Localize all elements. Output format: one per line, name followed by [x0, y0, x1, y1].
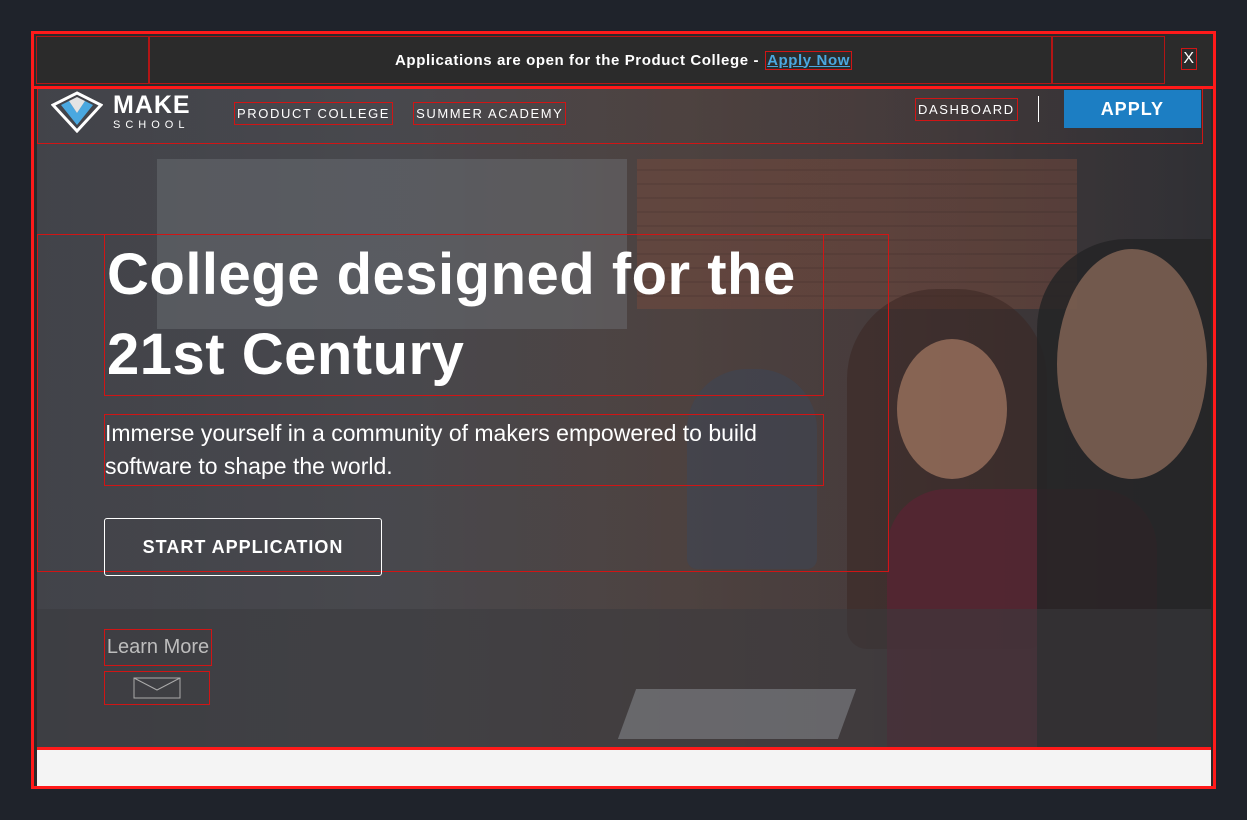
primary-nav-links: PRODUCT COLLEGE SUMMER ACADEMY	[232, 99, 568, 127]
announcement-center-guide	[148, 36, 1053, 84]
announcement-left-guide	[36, 36, 150, 84]
top-navigation: MAKE SCHOOL PRODUCT COLLEGE SUMMER ACADE…	[37, 89, 1211, 144]
browser-viewport: Applications are open for the Product Co…	[31, 31, 1216, 789]
nav-product-college[interactable]: PRODUCT COLLEGE	[234, 101, 394, 125]
nav-summer-academy[interactable]: SUMMER ACADEMY	[413, 101, 567, 125]
start-application-button[interactable]: START APPLICATION	[104, 518, 382, 576]
make-school-logo-icon	[51, 91, 103, 133]
apply-button[interactable]: APPLY	[1063, 90, 1201, 128]
announcement-right-guide	[1051, 36, 1165, 84]
envelope-chevron-down-icon[interactable]	[104, 671, 210, 705]
hero-subtext: Immerse yourself in a community of maker…	[104, 414, 824, 486]
nav-dashboard[interactable]: DASHBOARD	[915, 97, 1018, 121]
logo-school-text: SCHOOL	[113, 119, 190, 131]
hero-headline: College designed for the 21st Century	[104, 234, 824, 396]
hero-photo-laptop	[617, 689, 857, 739]
make-school-logo[interactable]: MAKE SCHOOL	[47, 89, 229, 138]
announcement-bar: Applications are open for the Product Co…	[34, 34, 1213, 89]
hero-photo-man-face	[1057, 249, 1207, 479]
nav-divider	[1037, 96, 1039, 122]
scroll-down-icon	[133, 677, 181, 699]
hero-photo-woman-face	[897, 339, 1007, 479]
close-icon[interactable]: X	[1181, 48, 1197, 70]
hero-section: MAKE SCHOOL PRODUCT COLLEGE SUMMER ACADE…	[37, 89, 1211, 747]
hero-content: College designed for the 21st Century Im…	[104, 234, 824, 576]
secondary-nav: DASHBOARD APPLY	[895, 89, 1201, 129]
learn-more-link[interactable]: Learn More	[104, 629, 212, 666]
logo-make-text: MAKE	[113, 91, 191, 119]
page-below-fold	[37, 747, 1211, 786]
